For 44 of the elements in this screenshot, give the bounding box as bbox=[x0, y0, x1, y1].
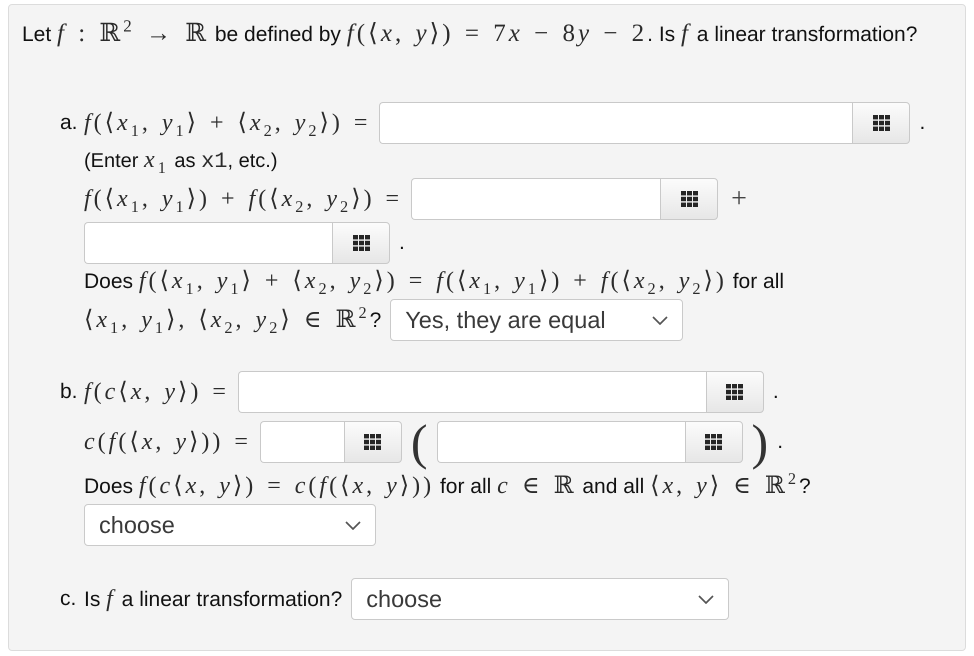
grid-button[interactable] bbox=[852, 102, 910, 144]
chevron-down-icon bbox=[652, 316, 668, 324]
chevron-down-icon bbox=[345, 520, 361, 530]
question-text: Let f : ℝ$^{2}$ → ℝ be defined by f(⟨x, y⟩) = 7x − 8y − 2. Is f a linear transformation? bbox=[22, 19, 918, 49]
answer-field[interactable] bbox=[379, 102, 852, 144]
answer-field[interactable] bbox=[260, 421, 344, 463]
grid-button[interactable] bbox=[684, 421, 743, 463]
grid-button[interactable] bbox=[332, 222, 390, 264]
grid-icon bbox=[680, 191, 698, 207]
period-mark: . bbox=[772, 379, 779, 405]
formula-text: f(c⟨x, y⟩) = bbox=[84, 378, 229, 406]
plus-sign: + bbox=[731, 184, 747, 214]
parenthesis: ) bbox=[752, 415, 768, 469]
grid-icon bbox=[352, 235, 370, 251]
formula-text: f(⟨x$_{1}$, y$_{1}$⟩ + ⟨x$_{2}$, y$_{2}$⟩) = bbox=[84, 108, 370, 138]
period-mark: . bbox=[399, 230, 405, 256]
part-label: b. bbox=[60, 379, 79, 405]
hint-text: (Enter x$_{1}$ as x1, etc.) bbox=[84, 146, 278, 176]
grid-icon bbox=[364, 434, 382, 450]
answer-field[interactable] bbox=[436, 421, 685, 463]
part-label: c. bbox=[60, 586, 78, 612]
period-mark: . bbox=[919, 110, 926, 136]
period-mark: . bbox=[777, 429, 784, 455]
grid-icon bbox=[872, 115, 890, 131]
grid-icon bbox=[726, 384, 744, 400]
grid-button[interactable] bbox=[660, 178, 718, 220]
formula-text: f(⟨x$_{1}$, y$_{1}$⟩) + f(⟨x$_{2}$, y$_{2}$⟩) = bbox=[84, 184, 402, 214]
question-text: Does f(⟨x$_{1}$, y$_{1}$⟩ + ⟨x$_{2}$, y$_{2}$⟩) = f(⟨x$_{1}$, y$_{1}$⟩) + f(⟨x$_{2}$, y$_{2}$⟩) for all bbox=[84, 267, 784, 297]
grid-button[interactable] bbox=[706, 371, 764, 413]
chevron-down-icon bbox=[698, 594, 714, 604]
dropdown[interactable]: choose bbox=[84, 504, 376, 546]
grid-icon bbox=[705, 434, 722, 450]
answer-field[interactable] bbox=[84, 222, 332, 264]
grid-button[interactable] bbox=[344, 421, 402, 463]
question-text: Is f a linear transformation? bbox=[84, 584, 342, 614]
dropdown[interactable]: Yes, they are equal bbox=[390, 299, 684, 341]
formula-text: c(f(⟨x, y⟩)) = bbox=[84, 428, 251, 456]
answer-field[interactable] bbox=[411, 178, 660, 220]
answer-field[interactable] bbox=[238, 371, 706, 413]
question-text: Does f(c⟨x, y⟩) = c(f(⟨x, y⟩)) for all c ∈ ℝ and all ⟨x, y⟩ ∈ ℝ$^{2}$? bbox=[84, 471, 811, 501]
parenthesis: ( bbox=[410, 415, 428, 469]
part-label: a. bbox=[60, 110, 79, 136]
dropdown[interactable]: choose bbox=[351, 578, 730, 620]
question-text: ⟨x$_{1}$, y$_{1}$⟩, ⟨x$_{2}$, y$_{2}$⟩ ∈ ℝ$^{2}$? bbox=[84, 304, 382, 336]
